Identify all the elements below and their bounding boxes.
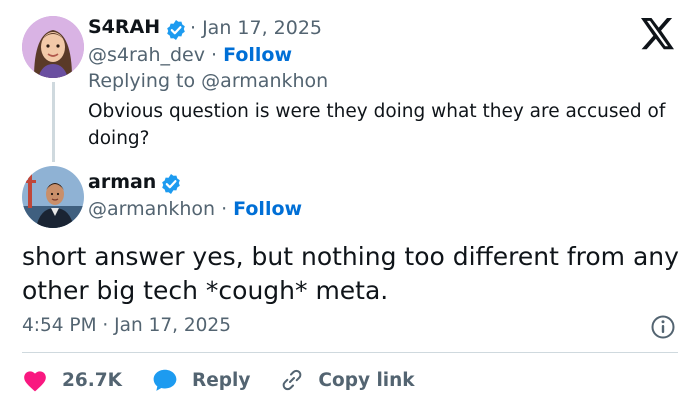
author-name-s4rah[interactable]: S4RAH	[88, 16, 160, 38]
avatar-s4rah[interactable]	[22, 16, 84, 78]
author-name-arman[interactable]: arman	[88, 171, 156, 193]
x-logo-icon[interactable]	[640, 18, 676, 50]
copy-link-label: Copy link	[318, 369, 415, 391]
avatar-arman[interactable]	[22, 166, 84, 228]
follow-button-s4rah[interactable]: Follow	[223, 44, 292, 66]
handle-line: @armankhon · Follow	[88, 198, 302, 220]
reply-label: Reply	[191, 369, 251, 391]
tweet2-timestamp[interactable]: 4:54 PM · Jan 17, 2025	[22, 315, 231, 336]
reply-button[interactable]: Reply	[152, 368, 250, 392]
link-icon	[283, 369, 302, 391]
action-bar: 26.7K Reply Copy link	[22, 364, 415, 396]
info-icon[interactable]	[650, 314, 676, 340]
like-button[interactable]: 26.7K	[22, 368, 122, 392]
replying-to-prefix: Replying to	[88, 70, 196, 92]
replying-to-handle[interactable]: @armankhon	[201, 70, 328, 92]
tweet1-text: Obvious question is were they doing what…	[88, 101, 666, 149]
divider	[22, 352, 678, 353]
tweet2-text: short answer yes, but nothing too differ…	[22, 242, 679, 305]
separator-dot: ·	[211, 44, 218, 66]
speech-bubble-icon	[153, 369, 177, 391]
handle-line: @s4rah_dev · Follow	[88, 44, 292, 66]
thread-connector-line	[52, 82, 55, 162]
copy-link-button[interactable]: Copy link	[280, 368, 415, 392]
like-count: 26.7K	[62, 369, 122, 391]
separator-dot: ·	[221, 198, 228, 220]
verified-badge-icon	[162, 174, 180, 194]
tweet1-date[interactable]: · Jan 17, 2025	[190, 17, 322, 39]
author-handle-s4rah[interactable]: @s4rah_dev	[88, 44, 205, 66]
author-handle-arman[interactable]: @armankhon	[88, 198, 215, 220]
follow-button-arman[interactable]: Follow	[233, 198, 302, 220]
heart-icon	[24, 371, 46, 392]
replying-to-line: Replying to @armankhon	[88, 70, 328, 92]
verified-badge-icon	[167, 20, 185, 40]
